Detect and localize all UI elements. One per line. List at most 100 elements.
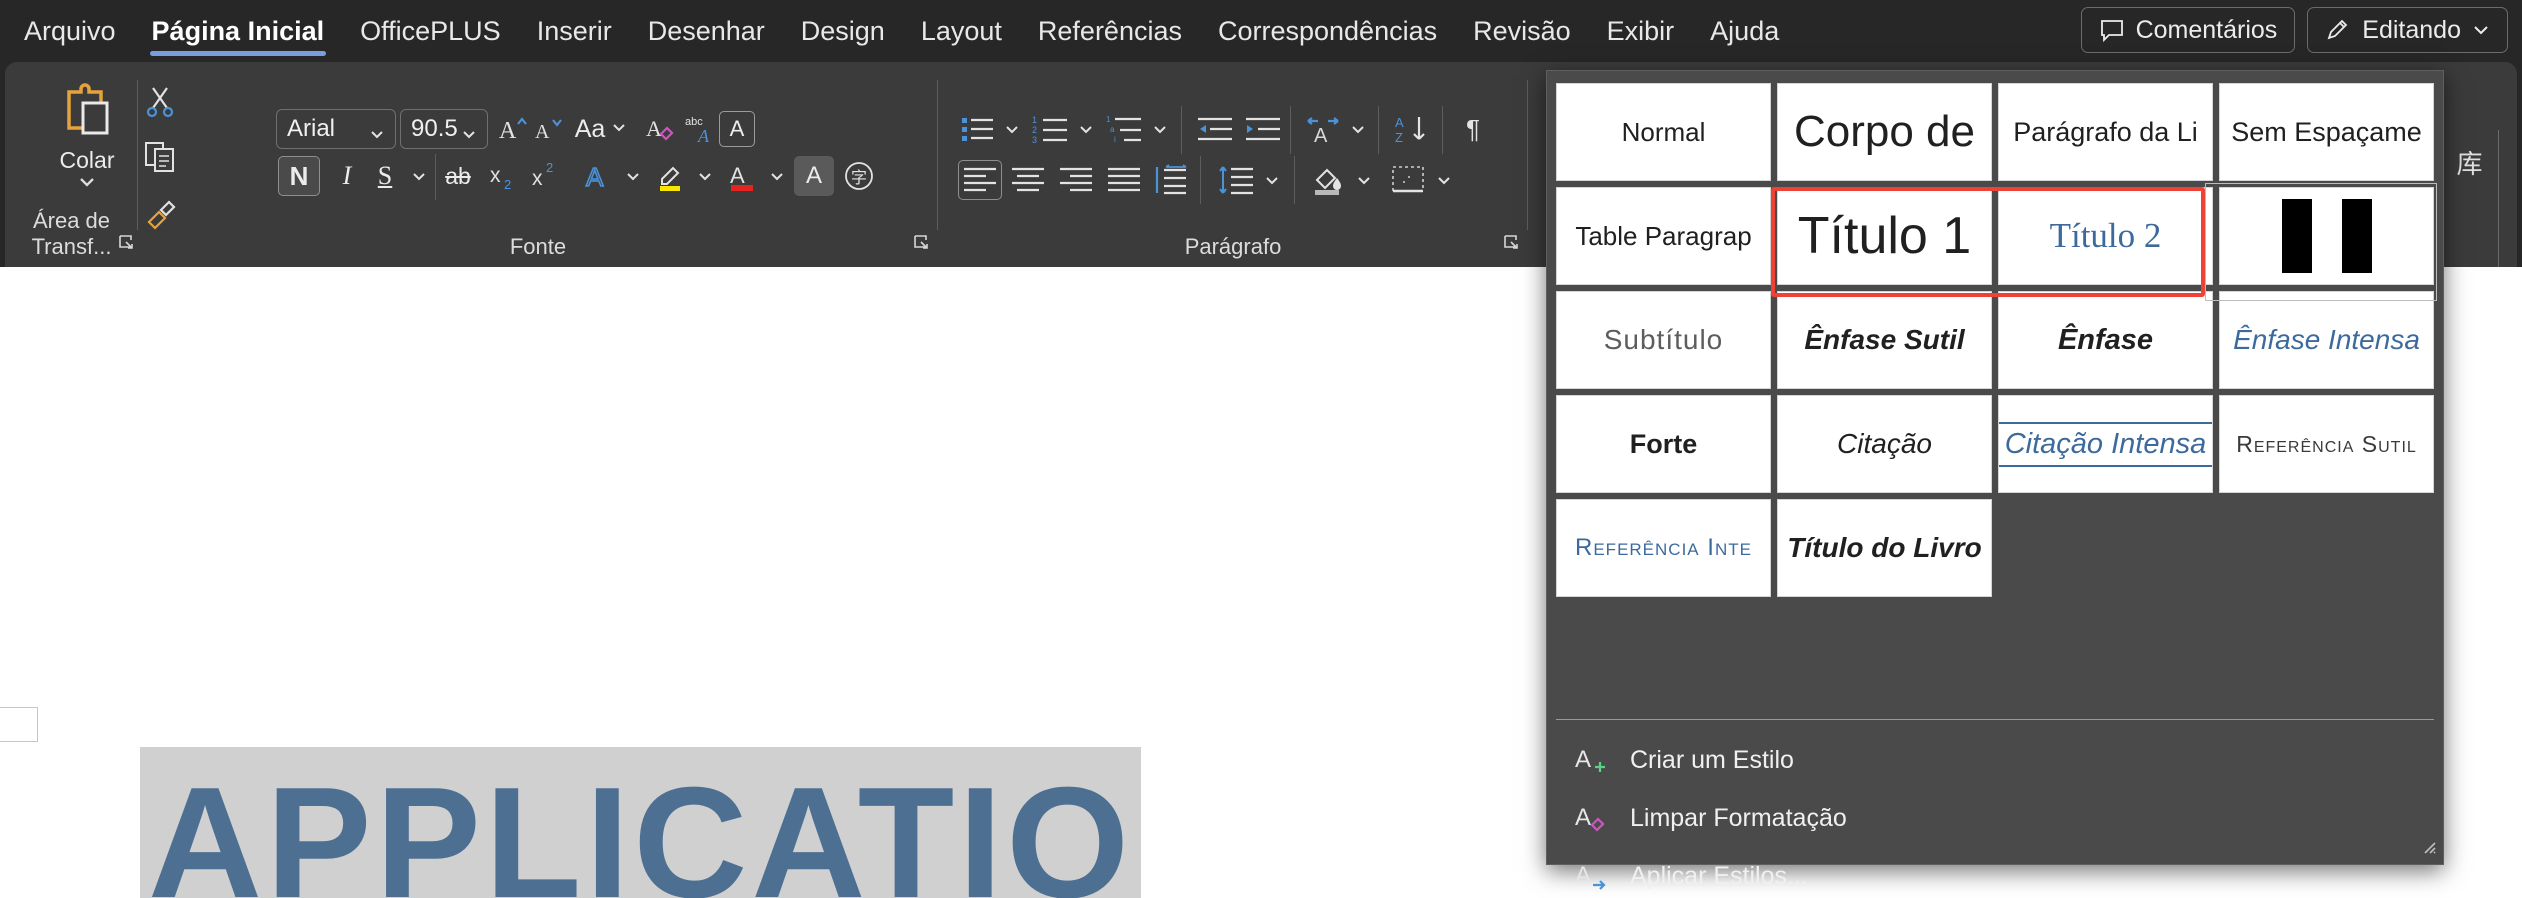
chevron-down-icon (461, 121, 477, 139)
font-color-button[interactable]: A (722, 156, 762, 196)
text-highlight-alt-button[interactable]: A (719, 111, 755, 147)
rtl-ltr-text-direction-button[interactable]: A (1302, 110, 1344, 148)
svg-text:2: 2 (1032, 125, 1037, 135)
style-item-referencia-intensa[interactable]: Referência Inte (1556, 499, 1771, 597)
style-item-titulo-do-livro[interactable]: Título do Livro (1777, 499, 1992, 597)
tab-exibir[interactable]: Exibir (1589, 0, 1693, 62)
svg-text:A: A (499, 118, 517, 144)
font-color-dropdown[interactable] (764, 158, 790, 194)
tab-inserir[interactable]: Inserir (519, 0, 630, 62)
text-effects-button[interactable]: A (578, 156, 618, 196)
multilevel-list-dropdown[interactable] (1148, 112, 1172, 146)
shading-button[interactable] (1306, 160, 1350, 200)
bold-button[interactable]: N (278, 156, 320, 196)
style-item-normal[interactable]: Normal (1556, 83, 1771, 181)
character-shading-button[interactable]: A (794, 156, 834, 196)
style-item-citacao-intensa[interactable]: Citação Intensa (1998, 395, 2213, 493)
subscript-button[interactable]: x2 (484, 156, 524, 196)
text-effects-dropdown[interactable] (620, 158, 646, 194)
style-item-enfase-intensa[interactable]: Ênfase Intensa (2219, 291, 2434, 389)
menu-item-limpar-formatacao[interactable]: A Limpar Formatação (1556, 789, 2434, 847)
increase-indent-button[interactable] (1242, 110, 1284, 148)
comment-bubble-icon (2099, 17, 2125, 43)
style-item-citacao[interactable]: Citação (1777, 395, 1992, 493)
bullets-button[interactable] (958, 110, 998, 148)
tab-revisao[interactable]: Revisão (1455, 0, 1589, 62)
editing-mode-button[interactable]: Editando (2307, 7, 2508, 53)
tab-pagina-inicial[interactable]: Página Inicial (134, 0, 343, 62)
borders-dropdown[interactable] (1432, 162, 1456, 198)
svg-text:1: 1 (1106, 115, 1111, 124)
line-spacing-button[interactable] (1214, 160, 1258, 200)
tab-design[interactable]: Design (783, 0, 903, 62)
phonetic-guide-button[interactable]: 字 (838, 156, 880, 196)
superscript-button[interactable]: x2 (526, 156, 566, 196)
font-name-value: Arial (287, 115, 336, 142)
tab-correspondencias[interactable]: Correspondências (1200, 0, 1455, 62)
underline-button[interactable]: S (366, 156, 404, 196)
style-item-sem-espacamento[interactable]: Sem Espaçame (2219, 83, 2434, 181)
shading-dropdown[interactable] (1352, 162, 1376, 198)
text-highlight-color-button[interactable] (650, 156, 690, 196)
text-direction-dropdown[interactable] (1346, 112, 1370, 146)
justify-button[interactable] (1102, 160, 1146, 200)
style-item-forte[interactable]: Forte (1556, 395, 1771, 493)
style-item-titulo-1[interactable]: Título 1 (1777, 187, 1992, 285)
style-item-table-paragraph[interactable]: Table Paragrap (1556, 187, 1771, 285)
document-heading-text[interactable]: APPLICATIO (140, 747, 1142, 898)
font-size-combobox[interactable]: 90.5 (400, 109, 488, 149)
line-spacing-dropdown[interactable] (1260, 162, 1284, 198)
tab-arquivo[interactable]: Arquivo (6, 0, 134, 62)
clear-formatting-button[interactable]: A (643, 111, 679, 147)
highlight-color-dropdown[interactable] (692, 158, 718, 194)
tab-desenhar[interactable]: Desenhar (630, 0, 783, 62)
font-dialog-launcher[interactable] (913, 234, 931, 257)
comments-button[interactable]: Comentários (2080, 7, 2296, 53)
resize-grip-icon[interactable] (2421, 839, 2437, 860)
underline-dropdown[interactable] (406, 158, 432, 194)
style-item-paragrafo-da-lista[interactable]: Parágrafo da Li (1998, 83, 2213, 181)
paste-button[interactable]: Colar (47, 82, 127, 194)
tab-layout[interactable]: Layout (903, 0, 1020, 62)
svg-text:x: x (490, 164, 501, 187)
tab-referencias[interactable]: Referências (1020, 0, 1200, 62)
menu-item-aplicar-estilos[interactable]: A Aplicar Estilos... (1556, 847, 2434, 898)
font-name-combobox[interactable]: Arial (276, 109, 396, 149)
tab-label: Página Inicial (151, 15, 325, 46)
align-center-button[interactable] (1006, 160, 1050, 200)
style-label: Ênfase Intensa (2233, 324, 2420, 355)
paragraph-dialog-launcher[interactable] (1503, 234, 1521, 257)
style-item-referencia-sutil[interactable]: Referência Sutil (2219, 395, 2434, 493)
multilevel-list-button[interactable]: 1ai (1104, 110, 1146, 148)
chevron-down-icon[interactable] (78, 176, 96, 194)
decrease-indent-button[interactable] (1194, 110, 1236, 148)
numbering-button[interactable]: 123 (1030, 110, 1072, 148)
italic-button[interactable]: I (328, 156, 366, 196)
numbering-dropdown[interactable] (1074, 112, 1098, 146)
sort-button[interactable]: AZ (1390, 110, 1434, 148)
spelling-button[interactable]: abc A (681, 111, 717, 147)
change-case-button[interactable]: Aa (570, 111, 632, 147)
menu-item-criar-um-estilo[interactable]: A Criar um Estilo (1556, 731, 2434, 789)
clipboard-dialog-launcher[interactable] (118, 234, 136, 257)
distribute-button[interactable] (1150, 160, 1194, 200)
align-left-button[interactable] (958, 160, 1002, 200)
bullets-dropdown[interactable] (1000, 112, 1024, 146)
show-formatting-marks-button[interactable]: ¶ (1454, 110, 1492, 148)
align-right-button[interactable] (1054, 160, 1098, 200)
style-item-titulo-2[interactable]: Título 2 (1998, 187, 2213, 285)
strikethrough-button[interactable]: ab (436, 156, 480, 196)
style-item-subtitulo[interactable]: Subtítulo (1556, 291, 1771, 389)
svg-text:1: 1 (1032, 115, 1037, 125)
tab-officeplus[interactable]: OfficePLUS (342, 0, 519, 62)
style-item-enfase[interactable]: Ênfase (1998, 291, 2213, 389)
style-item-corpo-de-texto[interactable]: Corpo de (1777, 83, 1992, 181)
style-item-blank-preview[interactable] (2219, 187, 2434, 285)
tab-ajuda[interactable]: Ajuda (1692, 0, 1797, 62)
svg-text:A: A (1575, 746, 1591, 773)
increase-font-size-button[interactable]: A (496, 111, 530, 147)
decrease-font-size-button[interactable]: A (532, 111, 566, 147)
svg-text:2: 2 (504, 177, 511, 192)
borders-button[interactable] (1386, 160, 1430, 200)
style-item-enfase-sutil[interactable]: Ênfase Sutil (1777, 291, 1992, 389)
